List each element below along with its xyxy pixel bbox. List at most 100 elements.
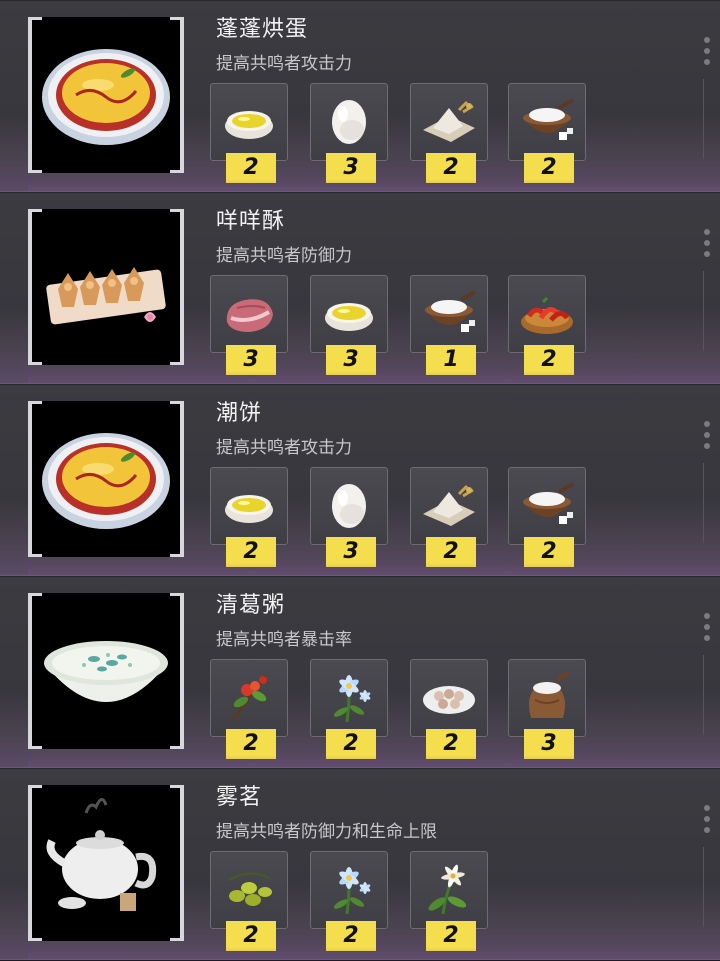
- ingredient-slot[interactable]: 2: [310, 851, 388, 955]
- ingredient-quantity-badge: 2: [226, 537, 276, 567]
- ingredient-slot[interactable]: 2: [410, 851, 488, 955]
- ingredient-slot[interactable]: 2: [508, 83, 586, 187]
- ingredient-list: 2 2 2: [210, 851, 610, 961]
- dish-name: 咩咩酥: [216, 209, 286, 234]
- ingredient-frame: [310, 275, 388, 353]
- dish-effect: 提高共鸣者防御力: [216, 246, 352, 266]
- ingredient-slot[interactable]: 2: [310, 659, 388, 763]
- ingredient-quantity-badge: 2: [326, 729, 376, 759]
- ingredient-quantity-badge: 2: [524, 345, 574, 375]
- recipe-list: 蓬蓬烘蛋 提高共鸣者攻击力 2 3 2 2 咩咩酥 提高共鸣者防御力 3 3 1…: [0, 0, 720, 960]
- ingredient-slot[interactable]: 2: [410, 467, 488, 571]
- berry-sprig-icon: [231, 675, 267, 721]
- ingredient-frame: [410, 467, 488, 545]
- ingredient-frame: [410, 83, 488, 161]
- ingredient-slot[interactable]: 3: [310, 83, 388, 187]
- porridge-bowl-icon: [44, 641, 168, 702]
- ingredient-frame: [310, 83, 388, 161]
- ingredient-frame: [508, 83, 586, 161]
- dish-name: 雾茗: [216, 785, 263, 810]
- egg-icon: [332, 100, 366, 144]
- blue-flower-icon: [333, 675, 371, 723]
- ingredient-quantity-badge: 3: [524, 729, 574, 759]
- ingredient-slot[interactable]: 2: [210, 83, 288, 187]
- ingredient-quantity-badge: 2: [524, 153, 574, 183]
- ingredient-frame: [210, 275, 288, 353]
- olives-icon: [228, 872, 272, 906]
- ingredient-quantity-badge: 2: [226, 729, 276, 759]
- ingredient-slot[interactable]: 2: [410, 659, 488, 763]
- ingredient-slot[interactable]: 3: [310, 275, 388, 379]
- oil-bowl-icon: [225, 111, 273, 139]
- ingredient-frame: [410, 851, 488, 929]
- ingredient-slot[interactable]: 1: [410, 275, 488, 379]
- blue-flower-icon: [333, 867, 371, 915]
- ingredient-quantity-badge: 3: [326, 537, 376, 567]
- omelette-plate-icon: [42, 49, 170, 145]
- side-divider: [703, 271, 714, 351]
- more-options-icon[interactable]: [702, 421, 712, 454]
- lily-flower-icon: [428, 864, 467, 915]
- salt-bowl-icon: [523, 98, 574, 140]
- salt-bowl-icon: [523, 482, 574, 524]
- ingredient-frame: [508, 659, 586, 737]
- side-divider: [703, 655, 714, 735]
- side-divider: [703, 79, 714, 159]
- ingredient-quantity-badge: 2: [326, 921, 376, 951]
- dish-portrait[interactable]: [28, 593, 184, 749]
- ingredient-frame: [210, 83, 288, 161]
- ingredient-slot[interactable]: 3: [310, 467, 388, 571]
- meat-icon: [226, 299, 273, 332]
- ingredient-frame: [508, 275, 586, 353]
- oil-bowl-icon: [325, 303, 373, 331]
- recipe-card[interactable]: 潮饼 提高共鸣者攻击力 2 3 2 2: [0, 384, 720, 576]
- more-options-icon[interactable]: [702, 37, 712, 70]
- ingredient-frame: [310, 851, 388, 929]
- teapot-icon: [46, 798, 157, 911]
- recipe-card[interactable]: 雾茗 提高共鸣者防御力和生命上限 2 2 2: [0, 768, 720, 960]
- ingredient-frame: [310, 467, 388, 545]
- ingredient-slot[interactable]: 2: [210, 467, 288, 571]
- ingredient-frame: [310, 659, 388, 737]
- ingredient-slot[interactable]: 2: [508, 467, 586, 571]
- flour-pile-icon: [423, 100, 475, 142]
- dish-name: 清葛粥: [216, 593, 286, 618]
- dish-portrait[interactable]: [28, 17, 184, 173]
- ingredient-quantity-badge: 3: [326, 153, 376, 183]
- dish-portrait[interactable]: [28, 209, 184, 365]
- ingredient-slot[interactable]: 2: [210, 659, 288, 763]
- side-divider: [703, 463, 714, 543]
- salt-bowl-icon: [425, 290, 476, 332]
- side-divider: [703, 847, 714, 927]
- ingredient-slot[interactable]: 2: [210, 851, 288, 955]
- more-options-icon[interactable]: [702, 613, 712, 646]
- recipe-card[interactable]: 咩咩酥 提高共鸣者防御力 3 3 1 2: [0, 192, 720, 384]
- ingredient-quantity-badge: 2: [226, 921, 276, 951]
- ingredient-slot[interactable]: 3: [210, 275, 288, 379]
- dish-effect: 提高共鸣者暴击率: [216, 630, 352, 650]
- ingredient-slot[interactable]: 2: [410, 83, 488, 187]
- ingredient-list: 3 3 1 2: [210, 275, 610, 385]
- dish-portrait[interactable]: [28, 785, 184, 941]
- more-options-icon[interactable]: [702, 805, 712, 838]
- ingredient-list: 2 3 2 2: [210, 467, 610, 577]
- dish-name: 潮饼: [216, 401, 263, 426]
- ingredient-quantity-badge: 1: [426, 345, 476, 375]
- ingredient-quantity-badge: 2: [524, 537, 574, 567]
- chili-peppers-icon: [521, 296, 573, 334]
- recipe-card[interactable]: 清葛粥 提高共鸣者暴击率 2 2 2 3: [0, 576, 720, 768]
- flour-pile-icon: [423, 484, 475, 526]
- omelette-plate-icon: [42, 433, 170, 529]
- ingredient-list: 2 3 2 2: [210, 83, 610, 193]
- ingredient-slot[interactable]: 3: [508, 659, 586, 763]
- oil-bowl-icon: [225, 495, 273, 523]
- more-options-icon[interactable]: [702, 229, 712, 262]
- dish-portrait[interactable]: [28, 401, 184, 557]
- ingredient-quantity-badge: 2: [426, 921, 476, 951]
- ingredient-slot[interactable]: 2: [508, 275, 586, 379]
- flour-sack-icon: [529, 670, 571, 718]
- ingredient-quantity-badge: 3: [326, 345, 376, 375]
- ingredient-frame: [210, 467, 288, 545]
- dish-effect: 提高共鸣者攻击力: [216, 438, 352, 458]
- recipe-card[interactable]: 蓬蓬烘蛋 提高共鸣者攻击力 2 3 2 2: [0, 0, 720, 192]
